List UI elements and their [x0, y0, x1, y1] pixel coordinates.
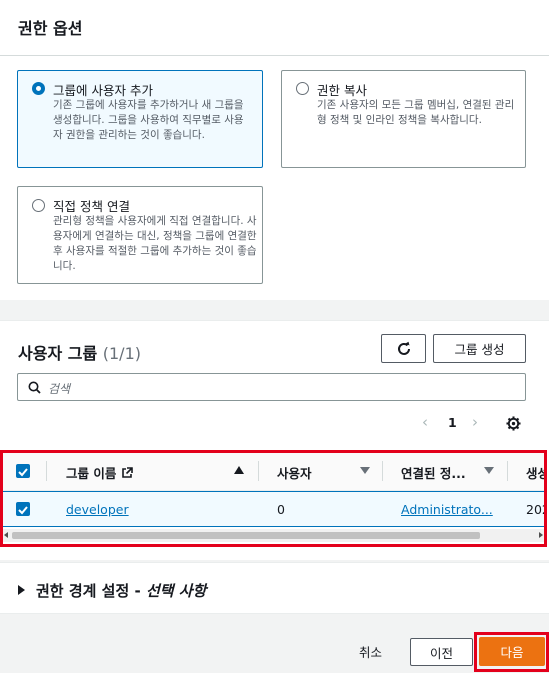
create-group-button[interactable]: 그룹 생성	[433, 334, 526, 363]
pagination: ‹ 1 ›	[420, 413, 495, 433]
option-add-to-group[interactable]: 그룹에 사용자 추가 기존 그룹에 사용자를 추가하거나 새 그룹을 생성합니다…	[17, 70, 263, 168]
next-button-highlight-box	[474, 632, 549, 672]
option-title: 권한 복사	[317, 83, 367, 98]
radio-add-to-group[interactable]	[32, 82, 45, 95]
previous-button[interactable]: 이전	[410, 638, 473, 666]
radio-copy-permissions[interactable]	[296, 82, 309, 95]
refresh-icon	[397, 341, 410, 355]
page-number[interactable]: 1	[448, 415, 457, 430]
user-groups-count: (1/1)	[102, 344, 141, 363]
refresh-button[interactable]	[381, 334, 426, 363]
option-title: 직접 정책 연결	[53, 199, 130, 214]
permissions-boundary-title[interactable]: 권한 경계 설정 - 선택 사항	[36, 580, 206, 601]
radio-attach-policies[interactable]	[32, 199, 45, 212]
optional-label: 선택 사항	[145, 582, 207, 600]
option-description: 관리형 정책을 사용자에게 직접 연결합니다. 사용자에게 연결하는 대신, 정…	[53, 215, 257, 272]
option-copy-permissions[interactable]: 권한 복사 기존 사용자의 모든 그룹 멤버십, 연결된 관리형 정책 및 인라…	[281, 70, 526, 168]
option-title: 그룹에 사용자 추가	[53, 83, 153, 98]
permission-options-title: 권한 옵션	[18, 19, 83, 38]
cancel-button[interactable]: 취소	[359, 642, 382, 661]
table-highlight-box	[0, 450, 547, 547]
permissions-boundary-panel[interactable]: 권한 경계 설정 - 선택 사항	[0, 562, 549, 614]
option-description: 기존 그룹에 사용자를 추가하거나 새 그룹을 생성합니다. 그룹을 사용하여 …	[53, 99, 244, 141]
previous-page-icon[interactable]: ‹	[422, 413, 428, 431]
header-divider	[0, 55, 549, 56]
search-input[interactable]: 검색	[17, 373, 526, 401]
search-placeholder: 검색	[48, 382, 71, 396]
expand-caret-icon[interactable]	[18, 585, 25, 595]
search-icon	[28, 381, 41, 394]
option-attach-policies[interactable]: 직접 정책 연결 관리형 정책을 사용자에게 직접 연결합니다. 사용자에게 연…	[17, 186, 263, 284]
settings-gear-icon[interactable]	[506, 416, 521, 431]
option-description: 기존 사용자의 모든 그룹 멤버십, 연결된 관리형 정책 및 인라인 정책을 …	[317, 99, 515, 126]
user-groups-title: 사용자 그룹 (1/1)	[18, 344, 141, 363]
next-page-icon[interactable]: ›	[472, 413, 478, 431]
